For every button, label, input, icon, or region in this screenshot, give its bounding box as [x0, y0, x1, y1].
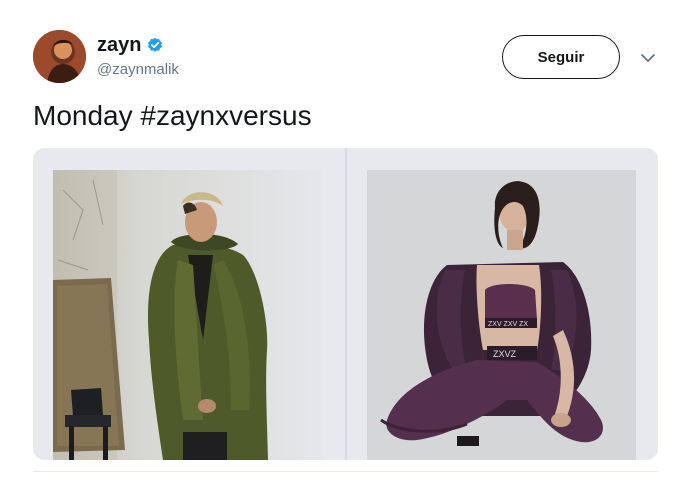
tweet: zayn @zaynmalik Seguir Monday #zaynxvers… [0, 0, 690, 478]
user-handle[interactable]: @zaynmalik [97, 61, 179, 78]
name-row: zayn [97, 33, 179, 57]
chevron-down-icon[interactable] [640, 51, 656, 63]
tweet-text: Monday #zaynxversus [33, 100, 312, 131]
photo-illustration [53, 170, 323, 460]
pants-band-text: ZXVZ [493, 349, 517, 359]
display-name[interactable]: zayn [97, 34, 141, 57]
photo-frame [53, 170, 323, 460]
photo-model-purple-outfit[interactable]: ZXVZ ZXV ZXV ZX [346, 148, 658, 460]
footer-divider [33, 471, 658, 472]
waistband-text: ZXV ZXV ZX [488, 321, 528, 328]
user-info: zayn @zaynmalik [97, 33, 179, 79]
photo-zayn-green-coat[interactable] [33, 148, 345, 460]
follow-button[interactable]: Seguir [502, 35, 620, 79]
photo-illustration: ZXVZ ZXV ZXV ZX [366, 170, 636, 460]
media-grid: ZXVZ ZXV ZXV ZX [33, 148, 658, 460]
avatar[interactable] [33, 30, 86, 83]
avatar-portrait [33, 30, 86, 83]
verified-badge-icon [147, 37, 163, 53]
photo-frame: ZXVZ ZXV ZXV ZX [366, 170, 636, 460]
